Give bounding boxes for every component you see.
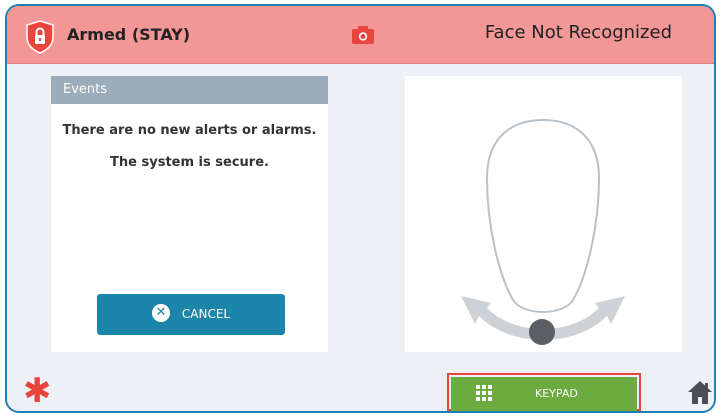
lock-shield-icon[interactable]: [25, 20, 55, 54]
asterisk-icon[interactable]: ✱: [23, 373, 52, 409]
arm-status-text: Armed (STAY): [67, 25, 191, 44]
face-recognition-status: Face Not Recognized: [484, 22, 672, 43]
status-header: Armed (STAY) Face Not Recognized: [7, 6, 714, 64]
keypad-label: KEYPAD: [535, 387, 578, 400]
keypad-button[interactable]: KEYPAD: [451, 377, 637, 411]
keypad-grid-icon: [476, 385, 492, 401]
alarm-panel-screen: Armed (STAY) Face Not Recognized Events …: [5, 4, 716, 413]
cancel-label: CANCEL: [181, 307, 231, 321]
cancel-button[interactable]: ✕ CANCEL: [97, 294, 285, 335]
home-icon[interactable]: [687, 379, 713, 405]
camera-icon[interactable]: [352, 26, 374, 44]
system-secure-message: The system is secure.: [110, 155, 269, 170]
footer-bar: ✱ KEYPAD: [7, 371, 714, 411]
no-alerts-message: There are no new alerts or alarms.: [62, 123, 317, 138]
close-circle-icon: ✕: [151, 304, 170, 322]
events-panel: Events There are no new alerts or alarms…: [51, 76, 328, 352]
face-outline-icon: [461, 118, 625, 345]
face-scan-panel: [405, 76, 682, 352]
events-title: Events: [51, 76, 328, 104]
